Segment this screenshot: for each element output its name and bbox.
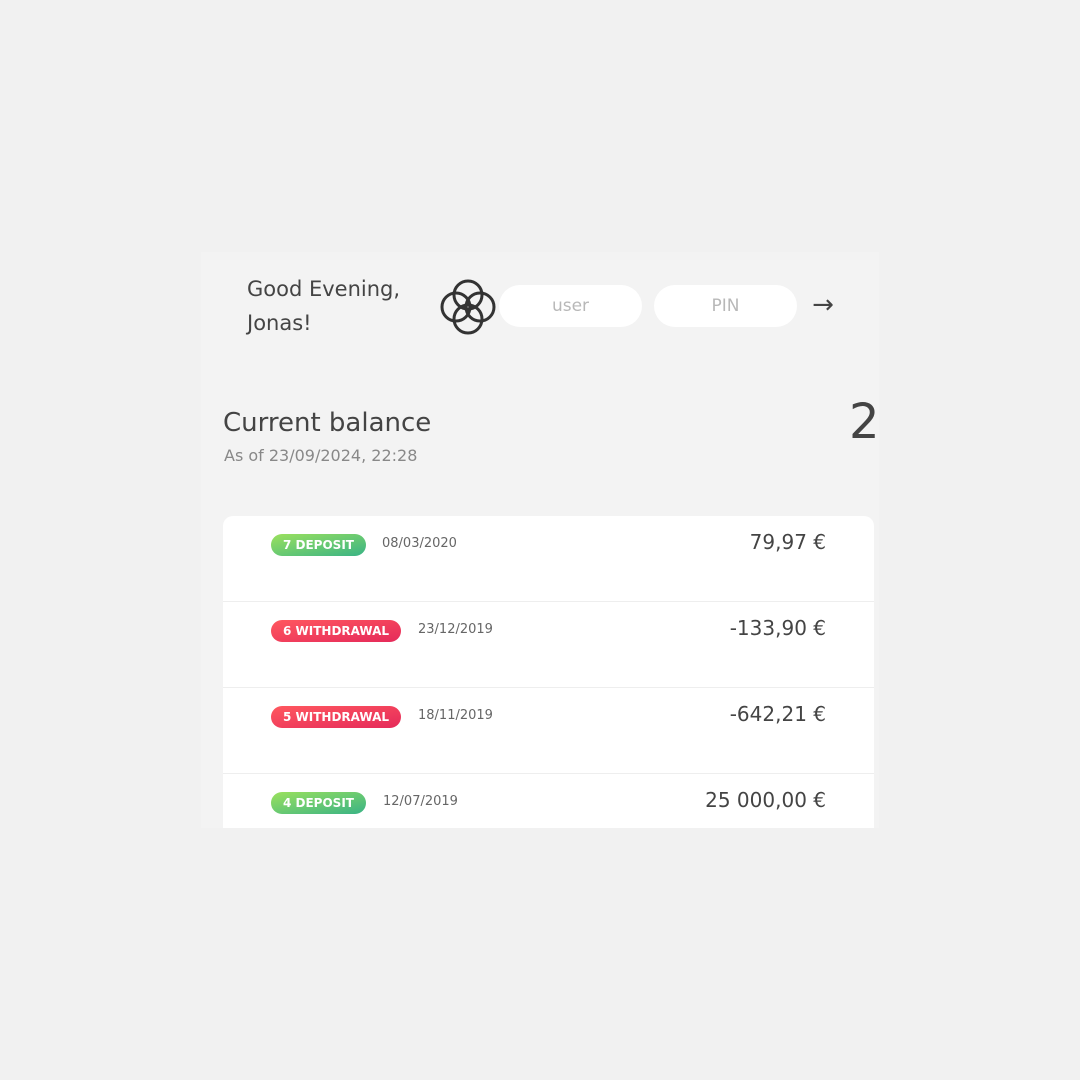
movement-row: 6 WITHDRAWAL 23/12/2019 -133,90 € <box>223 602 874 688</box>
login-arrow-button[interactable]: → <box>801 282 845 328</box>
movement-type-badge: 7 DEPOSIT <box>271 534 366 556</box>
welcome-line-name: Jonas! <box>247 311 312 335</box>
balance-value: 2 <box>849 394 879 450</box>
four-circles-logo-icon <box>440 279 496 335</box>
movement-type-badge: 6 WITHDRAWAL <box>271 620 402 642</box>
movement-value: -133,90 € <box>729 616 826 640</box>
movement-value: -642,21 € <box>729 702 826 726</box>
movement-value: 25 000,00 € <box>705 788 826 812</box>
welcome-message: Good Evening, Jonas! <box>247 272 437 340</box>
movement-date: 08/03/2020 <box>382 536 457 551</box>
movement-value: 79,97 € <box>749 530 826 554</box>
movement-row: 5 WITHDRAWAL 18/11/2019 -642,21 € <box>223 688 874 774</box>
login-user-input[interactable] <box>499 285 642 327</box>
movement-date: 12/07/2019 <box>383 794 458 809</box>
movement-type-badge: 4 DEPOSIT <box>271 792 366 814</box>
login-pin-input[interactable] <box>654 285 797 327</box>
balance-date: As of 23/09/2024, 22:28 <box>224 446 418 465</box>
movement-date: 18/11/2019 <box>418 708 493 723</box>
movements-list: 7 DEPOSIT 08/03/2020 79,97 € 6 WITHDRAWA… <box>223 516 874 828</box>
movement-date: 23/12/2019 <box>418 622 493 637</box>
movement-row: 4 DEPOSIT 12/07/2019 25 000,00 € <box>223 774 874 828</box>
bank-app: Good Evening, Jonas! → Current balance A… <box>201 252 879 828</box>
movement-row: 7 DEPOSIT 08/03/2020 79,97 € <box>223 516 874 602</box>
movement-type-badge: 5 WITHDRAWAL <box>271 706 402 728</box>
welcome-line-greeting: Good Evening, <box>247 277 401 301</box>
current-balance-label: Current balance <box>223 408 432 438</box>
